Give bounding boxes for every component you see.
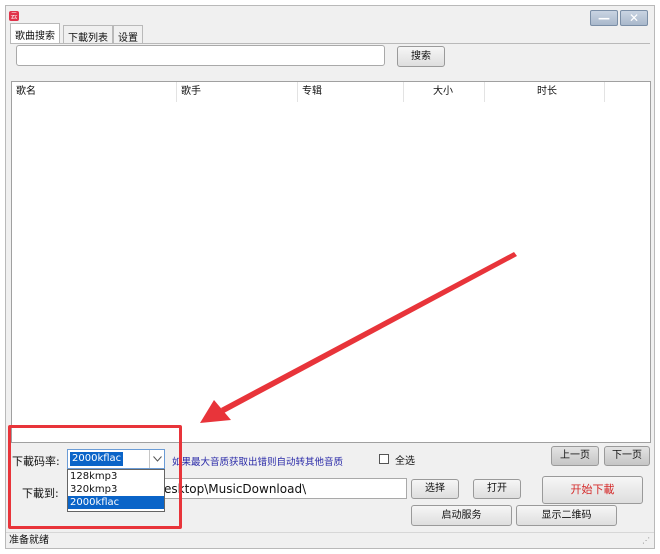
- column-header-title[interactable]: 歌名: [12, 82, 177, 102]
- title-bar: 云 — ✕: [6, 6, 654, 26]
- column-header-size[interactable]: 大小: [404, 82, 485, 102]
- tab-download-list[interactable]: 下載列表: [63, 25, 113, 44]
- quality-hint: 如果最大音质获取出错则自动转其他音质: [172, 457, 344, 468]
- choose-folder-button[interactable]: 选择: [411, 479, 459, 499]
- minimize-button[interactable]: —: [590, 10, 618, 26]
- app-icon: 云: [9, 11, 19, 21]
- resize-grip-icon[interactable]: ⋰: [642, 536, 651, 545]
- next-page-button[interactable]: 下一页: [604, 446, 650, 466]
- tab-song-search[interactable]: 歌曲搜索: [10, 23, 60, 44]
- download-path-text: esktop\MusicDownload\: [164, 482, 307, 496]
- annotation-highlight-box: [8, 425, 182, 529]
- column-header-artist[interactable]: 歌手: [177, 82, 298, 102]
- show-qrcode-button[interactable]: 显示二维码: [516, 505, 617, 526]
- close-button[interactable]: ✕: [620, 10, 648, 26]
- select-all-label[interactable]: 全选: [395, 452, 415, 467]
- status-text: 准备就绪: [9, 535, 49, 546]
- column-header-duration[interactable]: 时长: [485, 82, 605, 102]
- start-download-button[interactable]: 开始下載: [542, 476, 643, 504]
- search-button[interactable]: 搜索: [397, 46, 445, 67]
- select-all-checkbox[interactable]: [379, 454, 389, 464]
- start-service-button[interactable]: 启动服务: [411, 505, 512, 526]
- search-input[interactable]: [16, 45, 385, 66]
- tab-panel-border: [10, 43, 650, 44]
- open-folder-button[interactable]: 打开: [473, 479, 521, 499]
- prev-page-button[interactable]: 上一页: [551, 446, 599, 466]
- tab-settings[interactable]: 设置: [113, 25, 143, 44]
- song-list[interactable]: 歌名 歌手 专辑 大小 时长: [11, 81, 651, 443]
- status-bar: 准备就绪 ⋰: [6, 532, 654, 548]
- column-header-album[interactable]: 专辑: [298, 82, 404, 102]
